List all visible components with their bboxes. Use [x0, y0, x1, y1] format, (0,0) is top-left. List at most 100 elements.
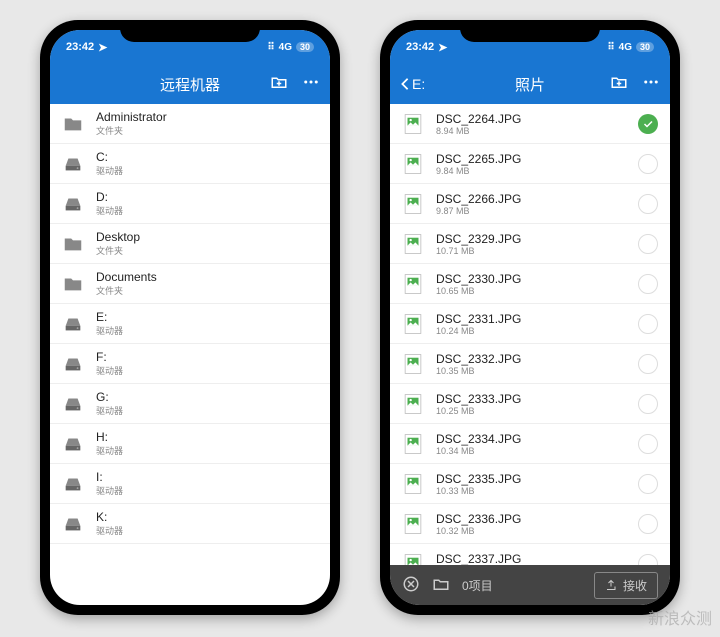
receive-label: 接收: [623, 577, 647, 594]
page-title: 远程机器: [160, 74, 220, 95]
item-subtitle: 文件夹: [96, 284, 318, 297]
item-subtitle: 驱动器: [96, 324, 318, 337]
checkbox-empty[interactable]: [638, 274, 658, 294]
image-file-icon: [402, 433, 424, 455]
nav-bar: 远程机器: [50, 64, 330, 104]
image-file-icon: [402, 113, 424, 135]
selection-count: 0项目: [462, 577, 493, 594]
checkbox-empty[interactable]: [638, 554, 658, 566]
checkbox-empty[interactable]: [638, 394, 658, 414]
item-name: D:: [96, 190, 318, 204]
list-item[interactable]: G:驱动器: [50, 384, 330, 424]
phone-right: 23:42 ➤ ⠿ 4G 30 E: 照片: [380, 20, 680, 615]
new-folder-icon[interactable]: [270, 73, 288, 96]
list-item[interactable]: DSC_2335.JPG10.33 MB: [390, 464, 670, 504]
list-item[interactable]: DSC_2336.JPG10.32 MB: [390, 504, 670, 544]
more-icon[interactable]: [642, 73, 660, 96]
list-item[interactable]: H:驱动器: [50, 424, 330, 464]
status-time: 23:42: [66, 41, 94, 53]
list-item[interactable]: DSC_2264.JPG8.94 MB: [390, 104, 670, 144]
checkbox-empty[interactable]: [638, 354, 658, 374]
bottom-toolbar: 0项目 接收: [390, 565, 670, 605]
file-size: 10.33 MB: [436, 486, 626, 496]
file-name: DSC_2264.JPG: [436, 112, 626, 126]
back-button[interactable]: E:: [400, 76, 425, 92]
battery-icon: 30: [636, 42, 654, 52]
folder-icon: [62, 233, 84, 255]
list-item[interactable]: F:驱动器: [50, 344, 330, 384]
file-size: 10.25 MB: [436, 406, 626, 416]
file-name: DSC_2266.JPG: [436, 192, 626, 206]
list-item[interactable]: DSC_2333.JPG10.25 MB: [390, 384, 670, 424]
watermark: 新浪众测: [648, 605, 712, 629]
list-item[interactable]: E:驱动器: [50, 304, 330, 344]
file-list[interactable]: DSC_2264.JPG8.94 MBDSC_2265.JPG9.84 MBDS…: [390, 104, 670, 565]
location-icon: ➤: [438, 41, 447, 54]
file-size: 10.24 MB: [436, 326, 626, 336]
file-size: 9.87 MB: [436, 206, 626, 216]
item-subtitle: 文件夹: [96, 244, 318, 257]
image-file-icon: [402, 553, 424, 566]
checkbox-empty[interactable]: [638, 234, 658, 254]
item-subtitle: 驱动器: [96, 404, 318, 417]
drive-icon: [62, 473, 84, 495]
list-item[interactable]: DSC_2331.JPG10.24 MB: [390, 304, 670, 344]
more-icon[interactable]: [302, 73, 320, 96]
file-size: 10.35 MB: [436, 366, 626, 376]
checkbox-empty[interactable]: [638, 194, 658, 214]
close-icon[interactable]: [402, 575, 420, 596]
file-name: DSC_2332.JPG: [436, 352, 626, 366]
signal-icon: ⠿: [267, 42, 274, 53]
drive-list[interactable]: Administrator文件夹C:驱动器D:驱动器Desktop文件夹Docu…: [50, 104, 330, 605]
back-label: E:: [412, 76, 425, 92]
file-name: DSC_2335.JPG: [436, 472, 626, 486]
list-item[interactable]: DSC_2337.JPG10.31 MB: [390, 544, 670, 565]
signal-icon: ⠿: [607, 42, 614, 53]
list-item[interactable]: DSC_2330.JPG10.65 MB: [390, 264, 670, 304]
file-size: 10.65 MB: [436, 286, 626, 296]
checkbox-empty[interactable]: [638, 474, 658, 494]
receive-button[interactable]: 接收: [594, 572, 658, 599]
list-item[interactable]: I:驱动器: [50, 464, 330, 504]
folder-icon: [62, 273, 84, 295]
phone-left: 23:42 ➤ ⠿ 4G 30 远程机器: [40, 20, 340, 615]
checkbox-empty[interactable]: [638, 434, 658, 454]
page-title: 照片: [515, 74, 545, 95]
list-item[interactable]: Administrator文件夹: [50, 104, 330, 144]
item-subtitle: 驱动器: [96, 204, 318, 217]
list-item[interactable]: DSC_2332.JPG10.35 MB: [390, 344, 670, 384]
list-item[interactable]: C:驱动器: [50, 144, 330, 184]
file-name: DSC_2330.JPG: [436, 272, 626, 286]
list-item[interactable]: D:驱动器: [50, 184, 330, 224]
file-name: DSC_2333.JPG: [436, 392, 626, 406]
list-item[interactable]: DSC_2329.JPG10.71 MB: [390, 224, 670, 264]
checkmark-icon[interactable]: [638, 114, 658, 134]
list-item[interactable]: DSC_2334.JPG10.34 MB: [390, 424, 670, 464]
file-name: DSC_2265.JPG: [436, 152, 626, 166]
file-size: 9.84 MB: [436, 166, 626, 176]
file-name: DSC_2334.JPG: [436, 432, 626, 446]
image-file-icon: [402, 153, 424, 175]
file-name: DSC_2329.JPG: [436, 232, 626, 246]
new-folder-icon[interactable]: [610, 73, 628, 96]
list-item[interactable]: Documents文件夹: [50, 264, 330, 304]
list-item[interactable]: K:驱动器: [50, 504, 330, 544]
folder-icon[interactable]: [432, 575, 450, 596]
status-time: 23:42: [406, 41, 434, 53]
item-name: I:: [96, 470, 318, 484]
file-name: DSC_2336.JPG: [436, 512, 626, 526]
checkbox-empty[interactable]: [638, 314, 658, 334]
list-item[interactable]: Desktop文件夹: [50, 224, 330, 264]
file-name: DSC_2331.JPG: [436, 312, 626, 326]
checkbox-empty[interactable]: [638, 514, 658, 534]
image-file-icon: [402, 273, 424, 295]
list-item[interactable]: DSC_2265.JPG9.84 MB: [390, 144, 670, 184]
checkbox-empty[interactable]: [638, 154, 658, 174]
location-icon: ➤: [98, 41, 107, 54]
image-file-icon: [402, 473, 424, 495]
drive-icon: [62, 153, 84, 175]
image-file-icon: [402, 393, 424, 415]
notch: [460, 20, 600, 42]
image-file-icon: [402, 353, 424, 375]
list-item[interactable]: DSC_2266.JPG9.87 MB: [390, 184, 670, 224]
